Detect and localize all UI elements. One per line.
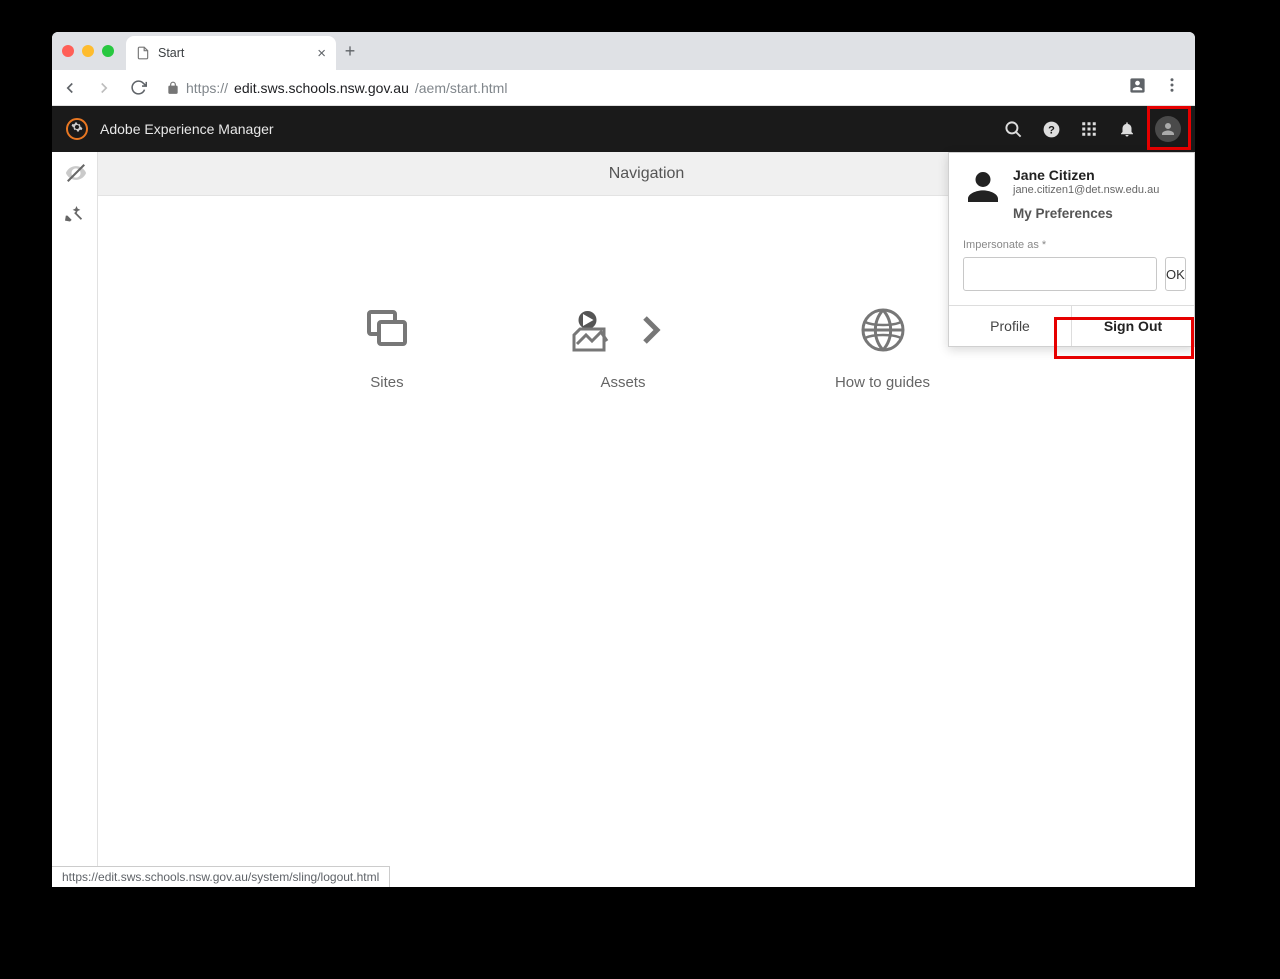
solutions-button[interactable] (1079, 119, 1099, 139)
sites-icon (363, 306, 411, 354)
browser-window: Start × + https://edit.sws.schools.nsw.g… (52, 32, 1195, 887)
close-window-button[interactable] (62, 45, 74, 57)
globe-icon (859, 306, 907, 354)
user-popover: Jane Citizen jane.citizen1@det.nsw.edu.a… (948, 152, 1195, 347)
user-email: jane.citizen1@det.nsw.edu.au (1013, 184, 1159, 196)
forward-button[interactable] (94, 78, 114, 98)
assets-icon (571, 308, 619, 356)
reload-button[interactable] (128, 78, 148, 98)
profile-avatar-icon (963, 167, 1003, 207)
sign-out-button[interactable]: Sign Out (1071, 306, 1194, 346)
address-bar: https:// edit.sws.schools.nsw.gov.au/aem/… (52, 70, 1195, 106)
aem-header: Adobe Experience Manager ? (52, 106, 1195, 152)
impersonate-input[interactable] (963, 257, 1157, 291)
content-area: Navigation Sites (52, 152, 1195, 887)
window-controls (62, 45, 114, 57)
nav-item-assets[interactable]: Assets (571, 306, 675, 391)
user-avatar-button[interactable] (1155, 116, 1181, 142)
browser-menu-button[interactable] (1163, 76, 1181, 99)
page-icon (136, 46, 150, 60)
svg-text:?: ? (1048, 124, 1055, 136)
impersonate-ok-button[interactable]: OK (1165, 257, 1186, 291)
aem-title: Adobe Experience Manager (100, 121, 274, 137)
close-tab-button[interactable]: × (317, 45, 326, 62)
maximize-window-button[interactable] (102, 45, 114, 57)
account-icon[interactable] (1128, 76, 1147, 100)
url-domain: edit.sws.schools.nsw.gov.au (234, 80, 409, 96)
new-tab-button[interactable]: + (336, 41, 364, 62)
left-rail (52, 152, 98, 887)
browser-tab[interactable]: Start × (126, 36, 336, 70)
chevron-right-icon (627, 306, 675, 374)
url-path: /aem/start.html (415, 80, 508, 96)
nav-item-label: Assets (571, 374, 675, 391)
help-button[interactable]: ? (1041, 119, 1061, 139)
nav-item-how-to-guides[interactable]: How to guides (835, 306, 930, 391)
nav-item-label: How to guides (835, 374, 930, 391)
notifications-button[interactable] (1117, 119, 1137, 139)
search-button[interactable] (1003, 119, 1023, 139)
user-name: Jane Citizen (1013, 167, 1159, 183)
nav-item-label: Sites (363, 374, 411, 391)
back-button[interactable] (60, 78, 80, 98)
url-prefix: https:// (186, 80, 228, 96)
tools-icon[interactable] (65, 204, 85, 224)
minimize-window-button[interactable] (82, 45, 94, 57)
status-bar: https://edit.sws.schools.nsw.gov.au/syst… (52, 866, 390, 887)
my-preferences-link[interactable]: My Preferences (1013, 206, 1159, 221)
tab-title: Start (158, 46, 309, 60)
lock-icon (166, 81, 180, 95)
nav-item-sites[interactable]: Sites (363, 306, 411, 391)
impersonate-label: Impersonate as * (963, 239, 1180, 251)
gear-icon (71, 120, 83, 138)
profile-button[interactable]: Profile (949, 306, 1071, 346)
aem-logo[interactable] (66, 118, 88, 140)
tab-bar: Start × + (52, 32, 1195, 70)
url-field[interactable]: https:// edit.sws.schools.nsw.gov.au/aem/… (162, 80, 1114, 96)
navigation-icon[interactable] (65, 162, 85, 182)
